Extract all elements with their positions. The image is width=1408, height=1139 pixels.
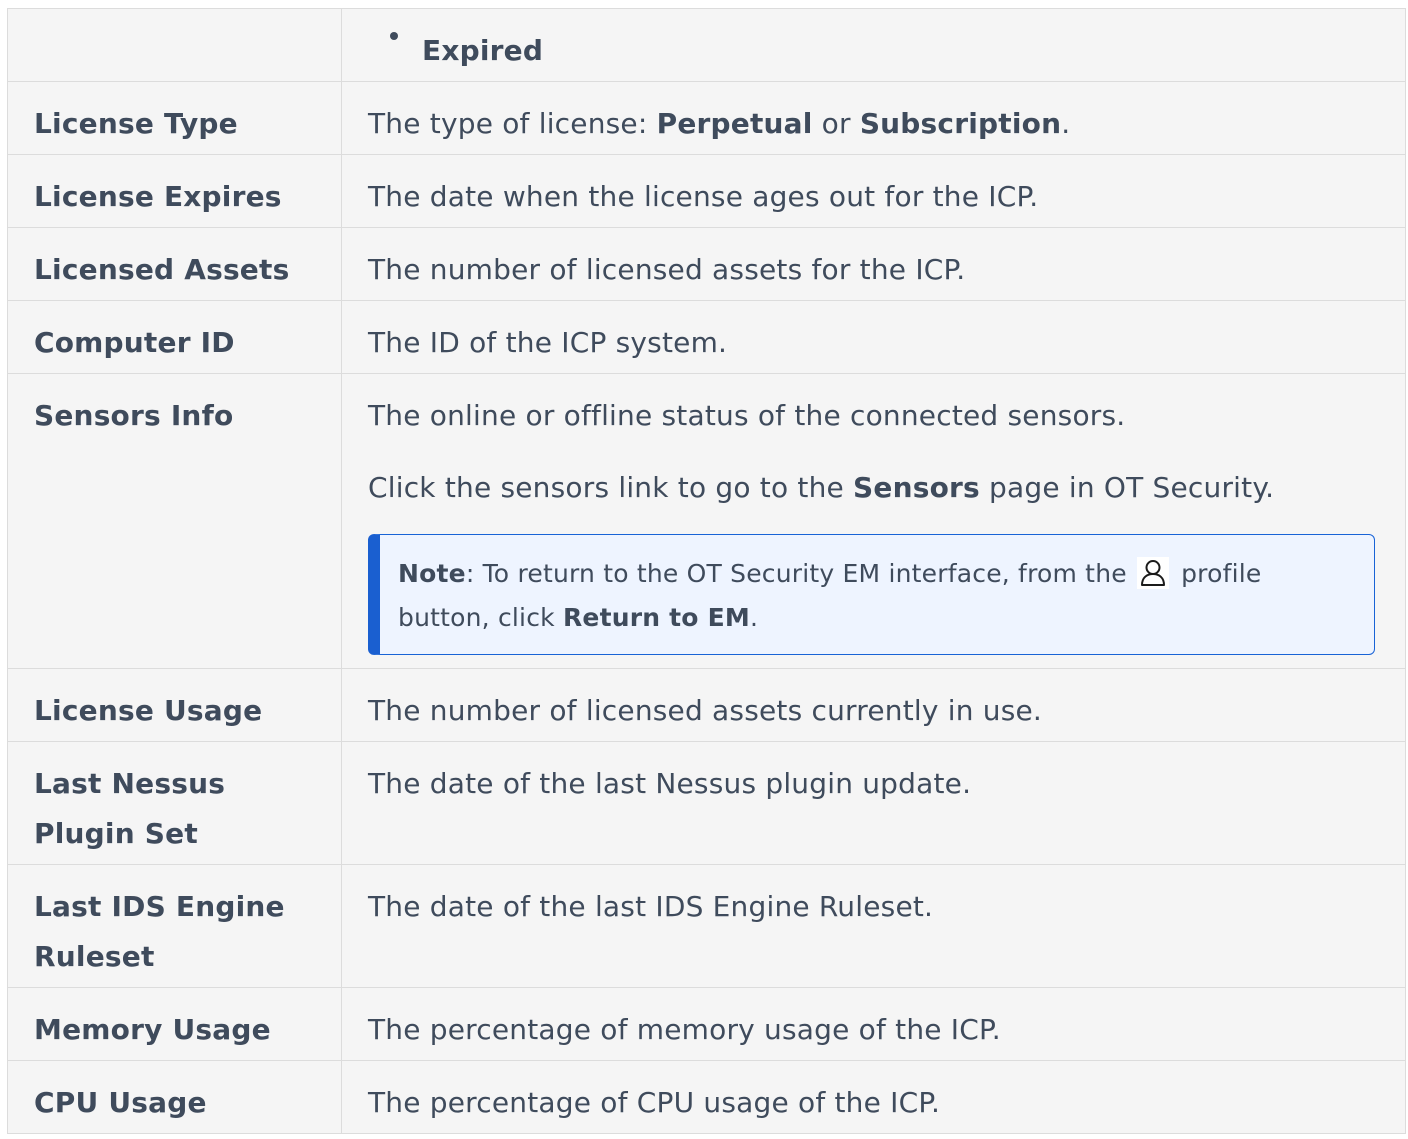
term-text: Computer ID [34, 326, 235, 359]
option-subscription: Subscription [859, 107, 1062, 140]
term-cell: License Usage [7, 668, 342, 742]
term-text [8, 9, 341, 26]
term-text: License Usage [34, 694, 263, 727]
table-row-license-expires: License Expires The date when the licens… [7, 154, 1406, 228]
bullet-text: Expired [422, 34, 544, 67]
description-cell: The percentage of memory usage of the IC… [341, 987, 1406, 1061]
description-cell: The type of license: Perpetual or Subscr… [341, 81, 1406, 155]
note-text-3: . [749, 603, 759, 632]
return-to-em-text: Return to EM [562, 603, 750, 632]
table-row-license-usage: License Usage The number of licensed ass… [7, 668, 1406, 742]
desc-prefix: The type of license: [368, 107, 657, 140]
term-text: Last Nessus Plugin Set [34, 767, 226, 850]
description-text: The date of the last Nessus plugin updat… [368, 767, 972, 800]
table-row-sensors-info: Sensors Info The online or offline statu… [7, 373, 1406, 669]
description-cell: The number of licensed assets for the IC… [341, 227, 1406, 301]
desc-mid: or [812, 107, 860, 140]
term-text: Memory Usage [34, 1013, 271, 1046]
table-row-cpu-usage: CPU Usage The percentage of CPU usage of… [7, 1060, 1406, 1134]
description-cell: The percentage of CPU usage of the ICP. [341, 1060, 1406, 1134]
description-cell: Expired [341, 8, 1406, 82]
description-text: The number of licensed assets for the IC… [368, 253, 966, 286]
description-block: The online or offline status of the conn… [342, 374, 1405, 655]
description-cell: The number of licensed assets currently … [341, 668, 1406, 742]
table-row-last-ids-engine-ruleset: Last IDS Engine Ruleset The date of the … [7, 864, 1406, 988]
term-cell: Licensed Assets [7, 227, 342, 301]
description-cell: The date of the last Nessus plugin updat… [341, 741, 1406, 865]
sensors-link-paragraph: Click the sensors link to go to the Sens… [368, 463, 1379, 513]
table-row-license-type: License Type The type of license: Perpet… [7, 81, 1406, 155]
description-cell: The ID of the ICP system. [341, 300, 1406, 374]
para2-prefix: Click the sensors link to go to the [368, 471, 854, 504]
description-text: The percentage of CPU usage of the ICP. [368, 1086, 941, 1119]
bullet-item: Expired [342, 9, 1405, 76]
table-row-licensed-assets: Licensed Assets The number of licensed a… [7, 227, 1406, 301]
profile-icon [1136, 557, 1169, 589]
description-text: The percentage of memory usage of the IC… [368, 1013, 1001, 1046]
desc-suffix: . [1061, 107, 1071, 140]
term-text: License Type [34, 107, 238, 140]
table-row-computer-id: Computer ID The ID of the ICP system. [7, 300, 1406, 374]
description-text: The number of licensed assets currently … [368, 694, 1043, 727]
term-cell: CPU Usage [7, 1060, 342, 1134]
term-cell: Memory Usage [7, 987, 342, 1061]
table-row-memory-usage: Memory Usage The percentage of memory us… [7, 987, 1406, 1061]
table-row-expired: Expired [7, 8, 1406, 82]
bullet-dot-icon [390, 32, 398, 40]
term-cell: Sensors Info [7, 373, 342, 669]
sensors-page-name: Sensors [853, 471, 980, 504]
definitions-table: Expired License Type The type of license… [7, 8, 1406, 1134]
description-text: The type of license: Perpetual or Subscr… [342, 82, 1405, 149]
term-cell: Last IDS Engine Ruleset [7, 864, 342, 988]
term-cell: Computer ID [7, 300, 342, 374]
description-text: The date when the license ages out for t… [368, 180, 1039, 213]
term-cell: Last Nessus Plugin Set [7, 741, 342, 865]
note-text-1: : To return to the OT Security EM interf… [465, 559, 1135, 588]
term-text: Last IDS Engine Ruleset [34, 890, 285, 973]
term-cell: License Type [7, 81, 342, 155]
term-text: Licensed Assets [34, 253, 290, 286]
term-text: License Expires [34, 180, 282, 213]
description-cell: The online or offline status of the conn… [341, 373, 1406, 669]
para2-suffix: page in OT Security. [979, 471, 1275, 504]
description-text: The online or offline status of the conn… [368, 399, 1126, 432]
description-cell: The date of the last IDS Engine Ruleset. [341, 864, 1406, 988]
term-text: Sensors Info [34, 399, 234, 432]
table-row-last-nessus-plugin-set: Last Nessus Plugin Set The date of the l… [7, 741, 1406, 865]
term-text: CPU Usage [34, 1086, 207, 1119]
description-text: The date of the last IDS Engine Ruleset. [368, 890, 934, 923]
term-cell [7, 8, 342, 82]
note-box: Note: To return to the OT Security EM in… [368, 534, 1375, 655]
term-cell: License Expires [7, 154, 342, 228]
note-label: Note [398, 559, 466, 588]
description-text: The ID of the ICP system. [368, 326, 728, 359]
option-perpetual: Perpetual [656, 107, 813, 140]
description-cell: The date when the license ages out for t… [341, 154, 1406, 228]
